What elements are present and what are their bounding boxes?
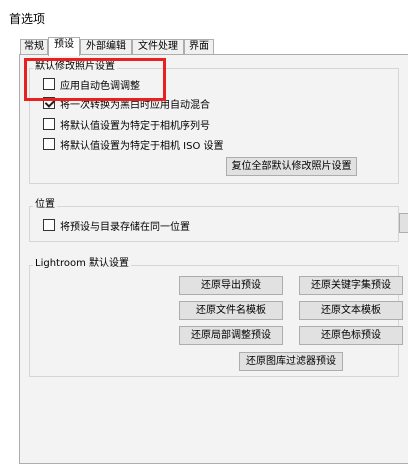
red-highlight-box xyxy=(24,58,166,101)
camera-serial-check-row[interactable]: 将默认值设置为特定于相机序列号 xyxy=(43,117,210,132)
tab-general[interactable]: 常规 xyxy=(20,39,48,55)
lightroom-defaults-title: Lightroom 默认设置 xyxy=(33,258,132,270)
window-title: 首选项 xyxy=(9,12,46,26)
restore-filename-templates-button[interactable]: 还原文件名模板 xyxy=(179,301,283,320)
restore-library-filter-presets-button[interactable]: 还原图库过滤器预设 xyxy=(239,352,343,371)
camera-iso-check-row[interactable]: 将默认值设置为特定于相机 ISO 设置 xyxy=(43,137,224,152)
tab-external-editing[interactable]: 外部编辑 xyxy=(80,39,132,55)
restore-text-templates-button[interactable]: 还原文本模板 xyxy=(299,301,403,320)
tab-file-handling[interactable]: 文件处理 xyxy=(132,39,184,55)
restore-export-presets-button[interactable]: 还原导出预设 xyxy=(179,276,283,295)
store-presets-checkbox[interactable] xyxy=(43,219,55,231)
location-title: 位置 xyxy=(33,199,57,211)
show-presets-folder-button[interactable] xyxy=(399,213,408,233)
restore-keyword-set-presets-button[interactable]: 还原关键字集预设 xyxy=(299,276,403,295)
camera-iso-label: 将默认值设置为特定于相机 ISO 设置 xyxy=(60,140,224,152)
camera-iso-checkbox[interactable] xyxy=(43,138,55,150)
camera-serial-label: 将默认值设置为特定于相机序列号 xyxy=(60,120,210,132)
tab-presets[interactable]: 预设 xyxy=(48,37,80,56)
camera-serial-checkbox[interactable] xyxy=(43,118,55,130)
reset-develop-defaults-button[interactable]: 复位全部默认修改照片设置 xyxy=(226,157,357,176)
tab-bar: 常规 预设 外部编辑 文件处理 界面 xyxy=(20,37,408,56)
restore-local-adjustment-presets-button[interactable]: 还原局部调整预设 xyxy=(179,326,283,345)
store-presets-label: 将预设与目录存储在同一位置 xyxy=(60,221,190,233)
store-presets-check-row[interactable]: 将预设与目录存储在同一位置 xyxy=(43,218,190,233)
restore-color-label-presets-button[interactable]: 还原色标预设 xyxy=(299,326,403,345)
tab-interface[interactable]: 界面 xyxy=(184,39,214,55)
